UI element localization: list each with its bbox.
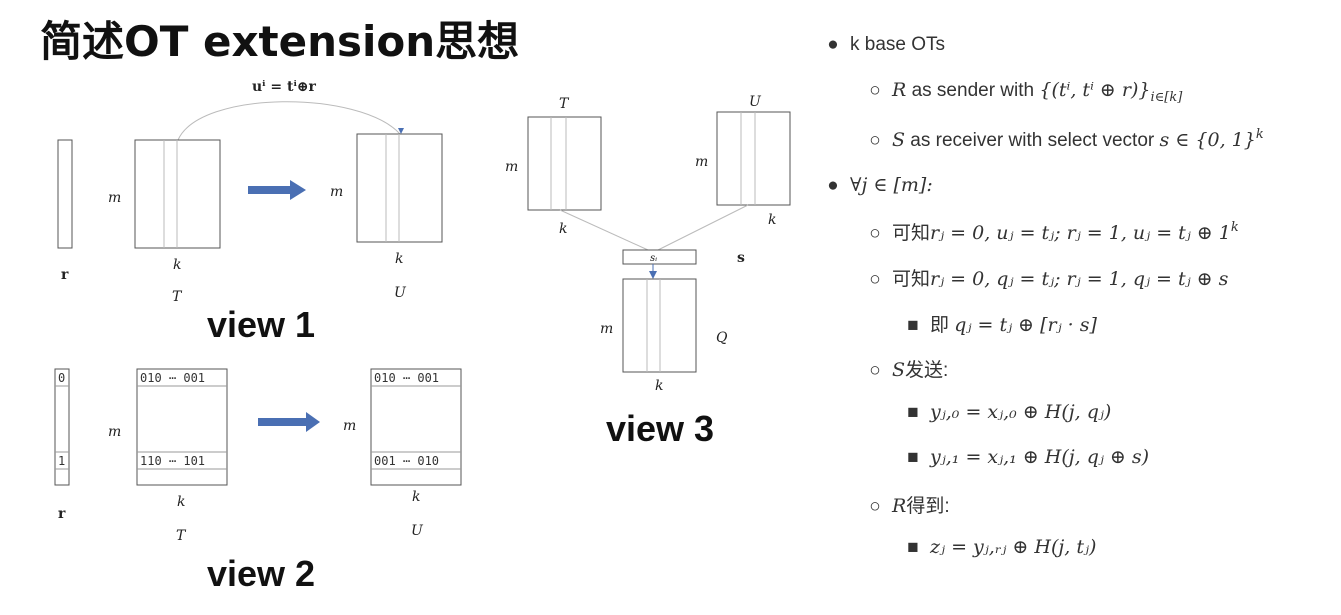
bullet-disc-icon: ● — [827, 34, 839, 55]
label-m-t-view3: m — [505, 159, 518, 175]
label-k-t-view3: k — [559, 221, 567, 237]
matrix-t-row-bottom: 110 ⋯ 101 — [140, 454, 205, 468]
select-vector-exp: k — [1255, 127, 1264, 142]
for-all-j: ∀j ∈ [m]: — [850, 174, 933, 196]
step-base-ots: k base OTs — [850, 34, 946, 55]
list-item: ○ 可知rⱼ = 0, qⱼ = tⱼ; rⱼ = 1, qⱼ = tⱼ ⊕ s — [864, 264, 1228, 291]
bullet-circle-icon: ○ — [869, 269, 881, 290]
label-m-u-view3: m — [695, 154, 708, 170]
label-t-view1: T — [172, 289, 183, 305]
party-r: R — [892, 79, 907, 101]
label-u-view2: U — [411, 523, 424, 539]
label-m-u-view2: m — [343, 418, 356, 434]
q-relation: rⱼ = 0, qⱼ = tⱼ; rⱼ = 1, qⱼ = tⱼ ⊕ s — [930, 268, 1229, 290]
list-item: ○ 可知rⱼ = 0, uⱼ = tⱼ; rⱼ = 1, uⱼ = tⱼ ⊕ 1k — [864, 218, 1239, 245]
y0-formula: yⱼ,₀ = xⱼ,₀ ⊕ H(j, qⱼ) — [930, 401, 1112, 423]
matrix-u-view3 — [716, 111, 791, 206]
party-r: R — [892, 495, 907, 517]
label-q-view3: Q — [716, 330, 728, 346]
u-relation: rⱼ = 0, uⱼ = tⱼ; rⱼ = 1, uⱼ = tⱼ ⊕ 1 — [930, 222, 1231, 244]
view-1-label: view 1 — [207, 304, 316, 345]
z-formula: zⱼ = yⱼ,ᵣⱼ ⊕ H(j, tⱼ) — [930, 536, 1097, 558]
label-s-view3: s — [737, 250, 745, 266]
arrow-head-view1 — [290, 180, 306, 200]
label-m-q-view3: m — [600, 321, 613, 337]
matrix-u-row-bottom: 001 ⋯ 010 — [374, 454, 439, 468]
bullet-disc-icon: ● — [827, 175, 839, 196]
known-prefix: 可知 — [892, 223, 931, 244]
label-u-view3: U — [749, 94, 762, 110]
bullet-circle-icon: ○ — [869, 80, 881, 101]
label-k-u-view1: k — [395, 251, 403, 267]
bit-r-top: 0 — [58, 371, 65, 385]
sender-text: as sender with — [906, 80, 1040, 101]
r-gets-text: 得到: — [906, 496, 950, 517]
view-3-label: view 3 — [606, 408, 715, 449]
list-item: ○ R as sender with {(tⁱ, tⁱ ⊕ r)}i∈[k] — [864, 79, 1182, 105]
connector-u-to-si — [657, 204, 749, 251]
bit-r-bottom: 1 — [58, 454, 65, 468]
arrow-head-view2 — [306, 412, 320, 432]
list-item: ○ R得到: — [864, 491, 950, 518]
party-s: S — [892, 129, 906, 151]
label-k-t-view1: k — [173, 257, 181, 273]
label-m-u-view1: m — [330, 184, 343, 200]
sender-ot-index: i∈[k] — [1150, 90, 1183, 105]
matrix-t-row-top: 010 ⋯ 001 — [140, 371, 205, 385]
label-m-t-view2: m — [108, 424, 121, 440]
bullet-circle-icon: ○ — [869, 360, 881, 381]
bullet-circle-icon: ○ — [869, 130, 881, 151]
that-is-prefix: 即 — [930, 315, 955, 336]
bullet-square-icon: ■ — [907, 537, 919, 558]
list-item: ● ∀j ∈ [m]: — [822, 174, 933, 197]
list-item: ■ yⱼ,₁ = xⱼ,₁ ⊕ H(j, qⱼ ⊕ s) — [902, 446, 1149, 469]
formula-u-equals-t-xor-r: uⁱ = tⁱ⊕r — [252, 79, 317, 95]
u-relation-exp: k — [1230, 220, 1239, 235]
list-item: ○ S发送: — [864, 355, 948, 382]
select-vector: s ∈ {0, 1} — [1159, 129, 1256, 151]
label-r-view2: r — [58, 506, 66, 522]
bullet-square-icon: ■ — [907, 402, 919, 423]
label-m-t-view1: m — [108, 190, 121, 206]
list-item: ■ 即 qⱼ = tⱼ ⊕ [rⱼ · s] — [902, 310, 1097, 337]
label-k-u-view3: k — [768, 212, 776, 228]
s-sends-text: 发送: — [905, 360, 949, 381]
sender-ot-pairs: {(tⁱ, tⁱ ⊕ r)} — [1039, 79, 1151, 101]
label-t-view3: T — [559, 96, 570, 112]
bullet-square-icon: ■ — [907, 315, 919, 336]
bullet-square-icon: ■ — [907, 447, 919, 468]
label-k-t-view2: k — [177, 494, 185, 510]
list-item: ■ zⱼ = yⱼ,ᵣⱼ ⊕ H(j, tⱼ) — [902, 536, 1096, 559]
label-si: sᵢ — [650, 253, 657, 264]
label-t-view2: T — [176, 528, 187, 544]
bullet-circle-icon: ○ — [869, 223, 881, 244]
matrix-u-row-top: 010 ⋯ 001 — [374, 371, 439, 385]
connector-t-to-si — [559, 209, 649, 251]
vector-r-view1 — [57, 139, 73, 249]
arrow-shaft-view2 — [258, 418, 308, 426]
ot-extension-diagram: uⁱ = tⁱ⊕r r m k T m k U 0 1 r 010 ⋯ 001 … — [54, 79, 791, 544]
label-k-u-view2: k — [412, 489, 420, 505]
bullet-circle-icon: ○ — [869, 496, 881, 517]
label-k-q-view3: k — [655, 378, 663, 394]
label-u-view1: U — [394, 285, 407, 301]
y1-formula: yⱼ,₁ = xⱼ,₁ ⊕ H(j, qⱼ ⊕ s) — [930, 446, 1150, 468]
known-prefix: 可知 — [892, 269, 931, 290]
matrix-t-view3 — [527, 116, 602, 211]
view-2-label: view 2 — [207, 553, 316, 594]
list-item: ■ yⱼ,₀ = xⱼ,₀ ⊕ H(j, qⱼ) — [902, 401, 1111, 424]
receiver-text: as receiver with select vector — [905, 130, 1160, 151]
arrow-shaft-view1 — [248, 186, 292, 194]
q-formula: qⱼ = tⱼ ⊕ [rⱼ · s] — [954, 314, 1097, 336]
party-s: S — [892, 359, 906, 381]
list-item: ○ S as receiver with select vector s ∈ {0… — [864, 127, 1264, 152]
list-item: ● k base OTs — [822, 34, 945, 56]
label-r-view1: r — [61, 267, 69, 283]
vector-si — [622, 249, 697, 265]
